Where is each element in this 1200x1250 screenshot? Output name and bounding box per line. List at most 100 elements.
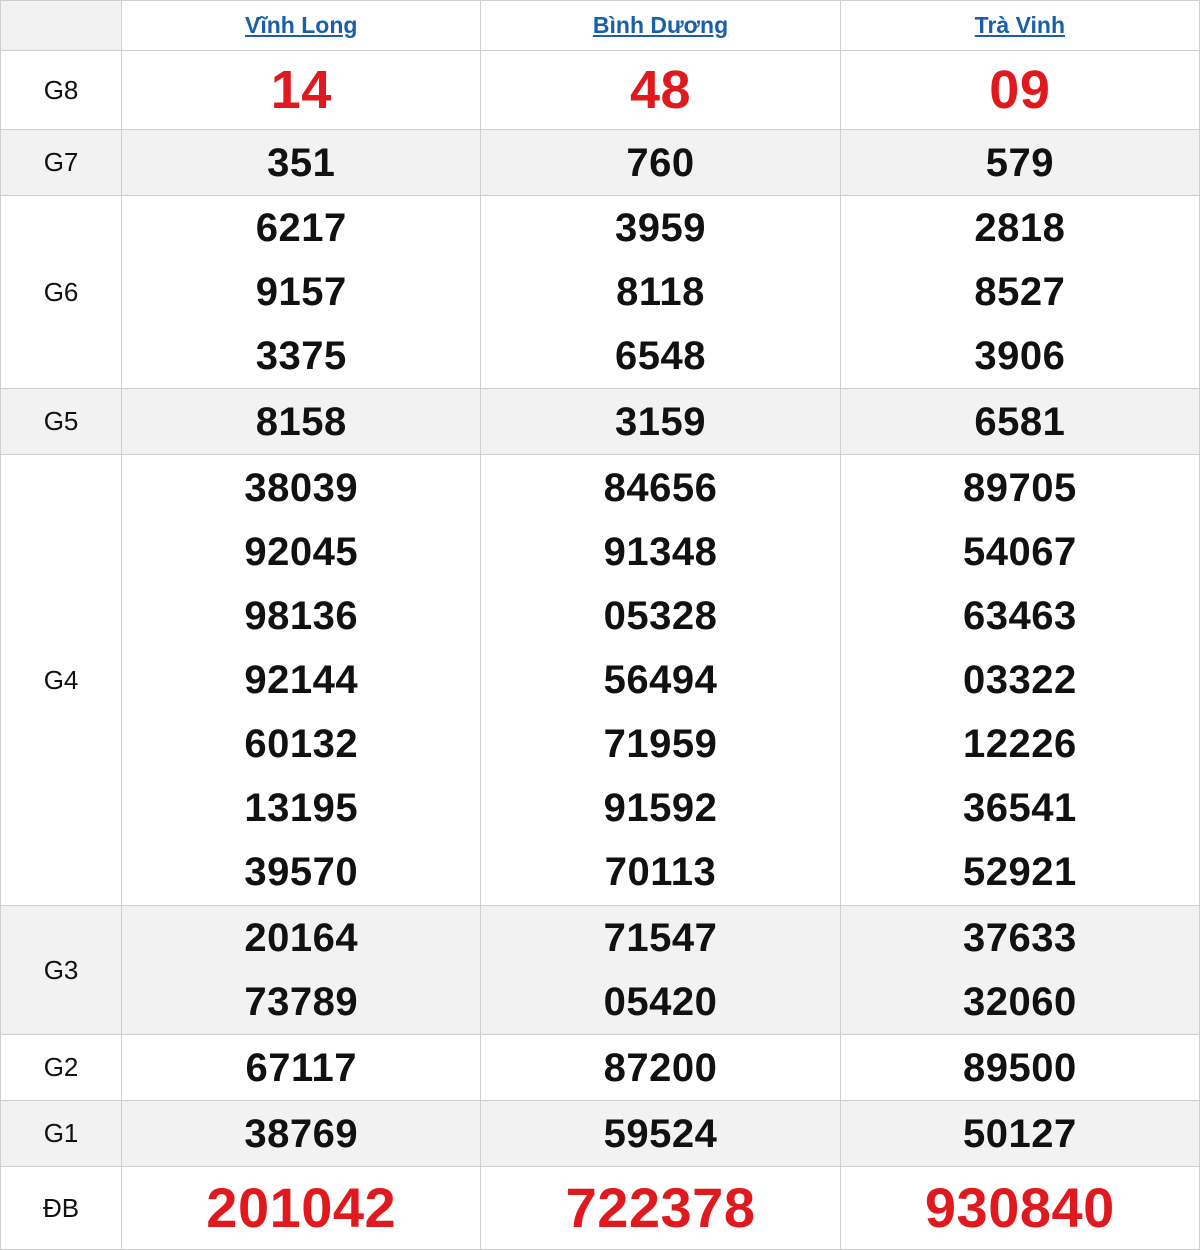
prize-number: 89500 (962, 1045, 1077, 1090)
prize-number: 20164 (244, 916, 359, 960)
prize-number: 9157 (255, 270, 347, 314)
prize-cell: 201042 (121, 1166, 482, 1250)
province-header: Bình Dương (480, 0, 841, 51)
prize-number: 12226 (962, 722, 1077, 766)
prize-row-g6: G6 6217 9157 3375 3959 8118 6548 2818 85… (0, 195, 1200, 389)
prize-row-special: ĐB 201042 722378 930840 (0, 1166, 1200, 1250)
prize-number: 351 (267, 140, 336, 185)
prize-cell: 71547 05420 (480, 905, 841, 1035)
prize-label: G3 (0, 905, 123, 1035)
prize-label: G8 (0, 50, 123, 130)
prize-cell: 87200 (480, 1034, 841, 1101)
prize-number: 92144 (244, 658, 359, 702)
prize-number: 73789 (244, 980, 359, 1024)
province-link-tra-vinh[interactable]: Trà Vinh (975, 12, 1065, 38)
prize-number: 56494 (603, 658, 718, 702)
lottery-results-table: Vĩnh Long Bình Dương Trà Vinh G8 14 48 0… (0, 0, 1200, 1250)
prize-cell: 930840 (839, 1166, 1200, 1250)
prize-number: 6548 (615, 334, 707, 378)
prize-label: G4 (0, 454, 123, 906)
prize-number: 3959 (615, 206, 707, 250)
province-link-binh-duong[interactable]: Bình Dương (593, 12, 728, 38)
prize-label: G5 (0, 388, 123, 455)
prize-number: 50127 (962, 1111, 1077, 1156)
prize-number: 3906 (974, 334, 1066, 378)
prize-cell: 89500 (839, 1034, 1200, 1101)
prize-cell: 8158 (121, 388, 482, 455)
prize-number: 60132 (244, 722, 359, 766)
prize-number: 03322 (962, 658, 1077, 702)
prize-number: 89705 (962, 466, 1077, 510)
prize-number: 38769 (244, 1111, 359, 1156)
prize-number: 92045 (244, 530, 359, 574)
prize-number: 71959 (603, 722, 718, 766)
prize-number: 14 (270, 60, 332, 120)
prize-cell: 6217 9157 3375 (121, 195, 482, 389)
prize-cell: 67117 (121, 1034, 482, 1101)
prize-number: 39570 (244, 850, 359, 894)
prize-label: G6 (0, 195, 123, 389)
prize-label: G2 (0, 1034, 123, 1101)
prize-cell: 59524 (480, 1100, 841, 1167)
prize-cell: 722378 (480, 1166, 841, 1250)
prize-number: 3159 (615, 399, 707, 444)
prize-cell: 351 (121, 129, 482, 196)
prize-cell: 09 (839, 50, 1200, 130)
prize-number: 98136 (244, 594, 359, 638)
prize-row-g1: G1 38769 59524 50127 (0, 1100, 1200, 1167)
prize-cell: 6581 (839, 388, 1200, 455)
prize-number: 6217 (255, 206, 347, 250)
header-row: Vĩnh Long Bình Dương Trà Vinh (0, 0, 1200, 51)
prize-number: 70113 (604, 850, 717, 894)
prize-number: 54067 (962, 530, 1077, 574)
prize-cell: 84656 91348 05328 56494 71959 91592 7011… (480, 454, 841, 906)
prize-number: 91348 (603, 530, 718, 574)
prize-row-g3: G3 20164 73789 71547 05420 37633 32060 (0, 905, 1200, 1035)
prize-cell: 3159 (480, 388, 841, 455)
province-header: Trà Vinh (839, 0, 1200, 51)
corner-cell (0, 0, 123, 51)
prize-cell: 38769 (121, 1100, 482, 1167)
prize-number: 32060 (962, 980, 1077, 1024)
special-prize-number: 201042 (206, 1176, 397, 1239)
prize-number: 8527 (974, 270, 1066, 314)
prize-number: 2818 (974, 206, 1066, 250)
prize-row-g8: G8 14 48 09 (0, 50, 1200, 130)
prize-number: 13195 (244, 786, 359, 830)
prize-cell: 20164 73789 (121, 905, 482, 1035)
prize-label: G1 (0, 1100, 123, 1167)
prize-cell: 760 (480, 129, 841, 196)
prize-row-g7: G7 351 760 579 (0, 129, 1200, 196)
special-prize-number: 722378 (565, 1176, 756, 1239)
prize-number: 48 (630, 60, 692, 120)
prize-number: 59524 (603, 1111, 718, 1156)
prize-number: 05420 (603, 980, 718, 1024)
prize-cell: 50127 (839, 1100, 1200, 1167)
prize-label: G7 (0, 129, 123, 196)
prize-number: 91592 (603, 786, 718, 830)
prize-number: 87200 (603, 1045, 718, 1090)
province-header: Vĩnh Long (121, 0, 482, 51)
prize-number: 71547 (603, 916, 718, 960)
prize-cell: 14 (121, 50, 482, 130)
prize-label: ĐB (0, 1166, 123, 1250)
prize-number: 37633 (962, 916, 1077, 960)
prize-cell: 48 (480, 50, 841, 130)
prize-number: 8118 (616, 270, 705, 314)
prize-number: 09 (989, 60, 1051, 120)
prize-row-g5: G5 8158 3159 6581 (0, 388, 1200, 455)
prize-number: 52921 (962, 850, 1077, 894)
prize-cell: 2818 8527 3906 (839, 195, 1200, 389)
prize-number: 36541 (962, 786, 1077, 830)
special-prize-number: 930840 (924, 1176, 1115, 1239)
prize-number: 05328 (603, 594, 718, 638)
prize-number: 63463 (962, 594, 1077, 638)
province-link-vinh-long[interactable]: Vĩnh Long (245, 12, 357, 38)
prize-cell: 38039 92045 98136 92144 60132 13195 3957… (121, 454, 482, 906)
prize-number: 760 (626, 140, 695, 185)
prize-number: 84656 (603, 466, 718, 510)
prize-number: 579 (985, 140, 1054, 185)
prize-number: 8158 (255, 399, 347, 444)
prize-number: 3375 (255, 334, 347, 378)
prize-number: 6581 (974, 399, 1066, 444)
